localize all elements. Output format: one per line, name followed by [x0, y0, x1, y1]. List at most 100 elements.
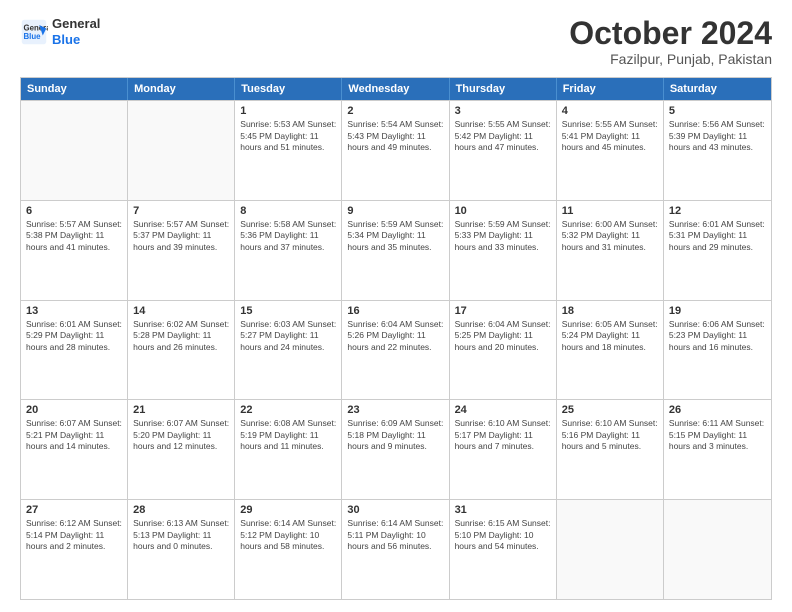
calendar-cell: 5 Sunrise: 5:56 AM Sunset: 5:39 PM Daylig… — [664, 101, 771, 200]
calendar: SundayMondayTuesdayWednesdayThursdayFrid… — [20, 77, 772, 600]
page: General Blue General Blue October 2024 F… — [0, 0, 792, 612]
day-number: 31 — [455, 504, 551, 516]
calendar-cell: 11Sunrise: 6:00 AM Sunset: 5:32 PM Dayli… — [557, 201, 664, 300]
calendar-cell: 31 Sunrise: 6:15 AM Sunset: 5:10 PM Dayli… — [450, 500, 557, 599]
calendar-cell: 10 Sunrise: 5:59 AM Sunset: 5:33 PM Dayli… — [450, 201, 557, 300]
calendar-cell: 23Sunrise: 6:09 AM Sunset: 5:18 PM Dayli… — [342, 400, 449, 499]
logo-icon: General Blue — [20, 18, 48, 46]
day-info: Sunrise: 5:53 AM Sunset: 5:45 PM Dayligh… — [240, 119, 336, 153]
day-info: Sunrise: 6:10 AM Sunset: 5:16 PM Dayligh… — [562, 418, 658, 452]
day-info: Sunrise: 6:13 AM Sunset: 5:13 PM Dayligh… — [133, 518, 229, 552]
day-info: Sunrise: 6:05 AM Sunset: 5:24 PM Dayligh… — [562, 319, 658, 353]
calendar-row-3: 13 Sunrise: 6:01 AM Sunset: 5:29 PM Dayli… — [21, 300, 771, 400]
day-info: Sunrise: 5:59 AM Sunset: 5:34 PM Dayligh… — [347, 219, 443, 253]
day-number: 9 — [347, 205, 443, 217]
day-info: Sunrise: 6:11 AM Sunset: 5:15 PM Dayligh… — [669, 418, 766, 452]
logo-text-general: General — [52, 16, 100, 32]
day-number: 13 — [26, 305, 122, 317]
day-info: Sunrise: 6:14 AM Sunset: 5:12 PM Dayligh… — [240, 518, 336, 552]
calendar-cell: 29 Sunrise: 6:14 AM Sunset: 5:12 PM Dayli… — [235, 500, 342, 599]
day-info: Sunrise: 6:06 AM Sunset: 5:23 PM Dayligh… — [669, 319, 766, 353]
day-number: 28 — [133, 504, 229, 516]
day-number: 4 — [562, 105, 658, 117]
calendar-cell: 14 Sunrise: 6:02 AM Sunset: 5:28 PM Dayli… — [128, 301, 235, 400]
day-number: 6 — [26, 205, 122, 217]
calendar-cell: 2Sunrise: 5:54 AM Sunset: 5:43 PM Daylig… — [342, 101, 449, 200]
day-info: Sunrise: 6:07 AM Sunset: 5:21 PM Dayligh… — [26, 418, 122, 452]
day-info: Sunrise: 5:59 AM Sunset: 5:33 PM Dayligh… — [455, 219, 551, 253]
calendar-row-1: 1 Sunrise: 5:53 AM Sunset: 5:45 PM Daylig… — [21, 100, 771, 200]
calendar-cell: 21 Sunrise: 6:07 AM Sunset: 5:20 PM Dayli… — [128, 400, 235, 499]
calendar-cell: 30Sunrise: 6:14 AM Sunset: 5:11 PM Dayli… — [342, 500, 449, 599]
calendar-cell: 15 Sunrise: 6:03 AM Sunset: 5:27 PM Dayli… — [235, 301, 342, 400]
calendar-cell: 19Sunrise: 6:06 AM Sunset: 5:23 PM Dayli… — [664, 301, 771, 400]
calendar-row-2: 6 Sunrise: 5:57 AM Sunset: 5:38 PM Daylig… — [21, 200, 771, 300]
day-number: 29 — [240, 504, 336, 516]
calendar-cell: 28 Sunrise: 6:13 AM Sunset: 5:13 PM Dayli… — [128, 500, 235, 599]
day-number: 11 — [562, 205, 658, 217]
calendar-cell: 27Sunrise: 6:12 AM Sunset: 5:14 PM Dayli… — [21, 500, 128, 599]
calendar-cell: 1 Sunrise: 5:53 AM Sunset: 5:45 PM Daylig… — [235, 101, 342, 200]
title-block: October 2024 Fazilpur, Punjab, Pakistan — [569, 16, 772, 67]
day-number: 26 — [669, 404, 766, 416]
calendar-cell: 17 Sunrise: 6:04 AM Sunset: 5:25 PM Dayli… — [450, 301, 557, 400]
day-number: 22 — [240, 404, 336, 416]
calendar-row-4: 20 Sunrise: 6:07 AM Sunset: 5:21 PM Dayli… — [21, 399, 771, 499]
day-of-week-friday: Friday — [557, 78, 664, 100]
subtitle: Fazilpur, Punjab, Pakistan — [569, 51, 772, 67]
day-number: 20 — [26, 404, 122, 416]
day-info: Sunrise: 6:15 AM Sunset: 5:10 PM Dayligh… — [455, 518, 551, 552]
day-number: 8 — [240, 205, 336, 217]
day-number: 16 — [347, 305, 443, 317]
day-info: Sunrise: 5:57 AM Sunset: 5:38 PM Dayligh… — [26, 219, 122, 253]
calendar-cell — [664, 500, 771, 599]
calendar-cell: 20 Sunrise: 6:07 AM Sunset: 5:21 PM Dayli… — [21, 400, 128, 499]
day-number: 5 — [669, 105, 766, 117]
day-number: 23 — [347, 404, 443, 416]
day-number: 1 — [240, 105, 336, 117]
day-info: Sunrise: 6:07 AM Sunset: 5:20 PM Dayligh… — [133, 418, 229, 452]
day-of-week-saturday: Saturday — [664, 78, 771, 100]
day-number: 17 — [455, 305, 551, 317]
day-info: Sunrise: 6:04 AM Sunset: 5:25 PM Dayligh… — [455, 319, 551, 353]
calendar-cell: 13 Sunrise: 6:01 AM Sunset: 5:29 PM Dayli… — [21, 301, 128, 400]
day-info: Sunrise: 6:04 AM Sunset: 5:26 PM Dayligh… — [347, 319, 443, 353]
day-info: Sunrise: 5:57 AM Sunset: 5:37 PM Dayligh… — [133, 219, 229, 253]
calendar-header: SundayMondayTuesdayWednesdayThursdayFrid… — [21, 78, 771, 100]
day-number: 10 — [455, 205, 551, 217]
day-info: Sunrise: 6:01 AM Sunset: 5:29 PM Dayligh… — [26, 319, 122, 353]
day-info: Sunrise: 5:55 AM Sunset: 5:41 PM Dayligh… — [562, 119, 658, 153]
day-number: 24 — [455, 404, 551, 416]
day-of-week-monday: Monday — [128, 78, 235, 100]
day-number: 12 — [669, 205, 766, 217]
calendar-cell: 22Sunrise: 6:08 AM Sunset: 5:19 PM Dayli… — [235, 400, 342, 499]
day-number: 18 — [562, 305, 658, 317]
day-info: Sunrise: 6:14 AM Sunset: 5:11 PM Dayligh… — [347, 518, 443, 552]
day-info: Sunrise: 5:56 AM Sunset: 5:39 PM Dayligh… — [669, 119, 766, 153]
day-info: Sunrise: 6:10 AM Sunset: 5:17 PM Dayligh… — [455, 418, 551, 452]
calendar-cell: 3Sunrise: 5:55 AM Sunset: 5:42 PM Daylig… — [450, 101, 557, 200]
day-info: Sunrise: 6:03 AM Sunset: 5:27 PM Dayligh… — [240, 319, 336, 353]
calendar-cell — [21, 101, 128, 200]
calendar-cell: 24 Sunrise: 6:10 AM Sunset: 5:17 PM Dayli… — [450, 400, 557, 499]
calendar-cell: 6 Sunrise: 5:57 AM Sunset: 5:38 PM Daylig… — [21, 201, 128, 300]
calendar-cell: 25 Sunrise: 6:10 AM Sunset: 5:16 PM Dayli… — [557, 400, 664, 499]
calendar-cell — [128, 101, 235, 200]
day-info: Sunrise: 6:01 AM Sunset: 5:31 PM Dayligh… — [669, 219, 766, 253]
day-number: 21 — [133, 404, 229, 416]
day-info: Sunrise: 5:55 AM Sunset: 5:42 PM Dayligh… — [455, 119, 551, 153]
day-number: 25 — [562, 404, 658, 416]
header: General Blue General Blue October 2024 F… — [20, 16, 772, 67]
logo: General Blue General Blue — [20, 16, 100, 47]
day-info: Sunrise: 5:58 AM Sunset: 5:36 PM Dayligh… — [240, 219, 336, 253]
calendar-cell: 18 Sunrise: 6:05 AM Sunset: 5:24 PM Dayli… — [557, 301, 664, 400]
day-number: 7 — [133, 205, 229, 217]
day-number: 15 — [240, 305, 336, 317]
calendar-body: 1 Sunrise: 5:53 AM Sunset: 5:45 PM Daylig… — [21, 100, 771, 599]
svg-text:Blue: Blue — [24, 32, 42, 41]
day-number: 2 — [347, 105, 443, 117]
logo-text-blue: Blue — [52, 32, 100, 48]
day-of-week-sunday: Sunday — [21, 78, 128, 100]
day-info: Sunrise: 6:02 AM Sunset: 5:28 PM Dayligh… — [133, 319, 229, 353]
day-number: 14 — [133, 305, 229, 317]
